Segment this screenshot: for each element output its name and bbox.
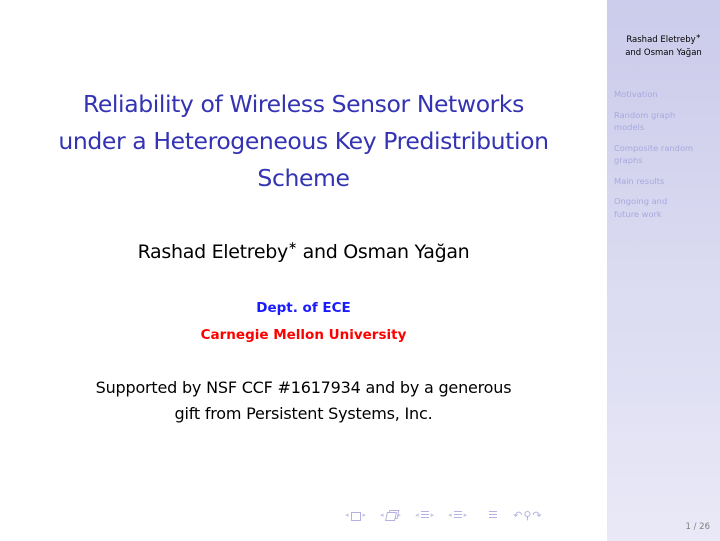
author-footnote-mark: ∗ [288, 239, 297, 252]
subsection-nav[interactable]: ◂ ▸ [378, 510, 403, 521]
frame-nav[interactable]: ◂ ▸ [343, 510, 368, 521]
next-frame-arrow-icon[interactable]: ▸ [363, 511, 367, 519]
title-line-3: Scheme [257, 164, 350, 192]
slide-title: Reliability of Wireless Sensor Networks … [0, 86, 607, 197]
funding-acknowledgement: Supported by NSF CCF #1617934 and by a g… [0, 375, 607, 427]
sidebar-author-line-2: and Osman Yağan [625, 48, 702, 58]
forward-icon[interactable]: ↷ [532, 509, 542, 522]
page-number: 1 / 26 [685, 522, 711, 532]
sidebar-author-mark: ∗ [695, 33, 701, 40]
university: Carnegie Mellon University [200, 327, 407, 343]
sidebar-item-composite-random-graphs[interactable]: Composite random graphs [614, 142, 714, 167]
search-nav: ↶ ⚲ ↷ [513, 509, 543, 522]
subsection-list-nav-icon[interactable] [453, 510, 462, 520]
subsection-nav-icon[interactable] [384, 511, 397, 521]
next-section-arrow-icon[interactable]: ▸ [431, 511, 435, 519]
sidebar-author-line-1: Rashad Eletreby [626, 35, 696, 45]
prev-section-arrow-icon[interactable]: ◂ [415, 511, 419, 519]
next-part-arrow-icon[interactable]: ▸ [464, 511, 468, 519]
author-connector: and [296, 241, 344, 263]
author-second: Osman Yağan [343, 241, 470, 263]
prev-part-arrow-icon[interactable]: ◂ [448, 511, 452, 519]
sidebar-item-motivation[interactable]: Motivation [614, 88, 718, 101]
authors: Rashad Eletreby∗ and Osman Yağan [0, 238, 607, 266]
title-line-2: under a Heterogeneous Key Predistributio… [58, 127, 549, 155]
sidebar: Rashad Eletreby∗ and Osman Yağan Motivat… [607, 0, 720, 541]
prev-frame-arrow-icon[interactable]: ◂ [345, 511, 349, 519]
subsection-list-nav[interactable]: ◂ ▸ [446, 510, 469, 520]
beamer-navigation-bar: ◂ ▸ ◂ ▸ ◂ ▸ ◂ ▸ ↶ ⚲ ↷ [343, 507, 543, 523]
title-line-1: Reliability of Wireless Sensor Networks [83, 90, 524, 118]
sidebar-authors: Rashad Eletreby∗ and Osman Yağan [607, 34, 720, 60]
section-nav[interactable]: ◂ ▸ [413, 510, 436, 520]
sidebar-outline: Motivation Random graph models Composite… [614, 88, 718, 228]
section-nav-icon[interactable] [420, 510, 429, 520]
back-icon[interactable]: ↶ [513, 509, 523, 522]
slide-main-area: Reliability of Wireless Sensor Networks … [0, 0, 607, 541]
search-icon[interactable]: ⚲ [523, 509, 532, 522]
toc-nav[interactable] [489, 510, 498, 520]
sidebar-item-ongoing-future-work[interactable]: Ongoing and future work [614, 195, 684, 220]
support-line-1: Supported by NSF CCF #1617934 and by a g… [95, 378, 512, 397]
author-first: Rashad Eletreby [137, 241, 289, 263]
sidebar-item-random-graph-models[interactable]: Random graph models [614, 109, 694, 134]
department: Dept. of ECE [256, 300, 351, 316]
frame-nav-icon[interactable] [350, 511, 361, 521]
sidebar-item-main-results[interactable]: Main results [614, 175, 718, 188]
next-subsection-arrow-icon[interactable]: ▸ [398, 511, 402, 519]
prev-subsection-arrow-icon[interactable]: ◂ [380, 511, 384, 519]
toc-icon[interactable] [489, 510, 498, 520]
support-line-2: gift from Persistent Systems, Inc. [174, 404, 433, 423]
